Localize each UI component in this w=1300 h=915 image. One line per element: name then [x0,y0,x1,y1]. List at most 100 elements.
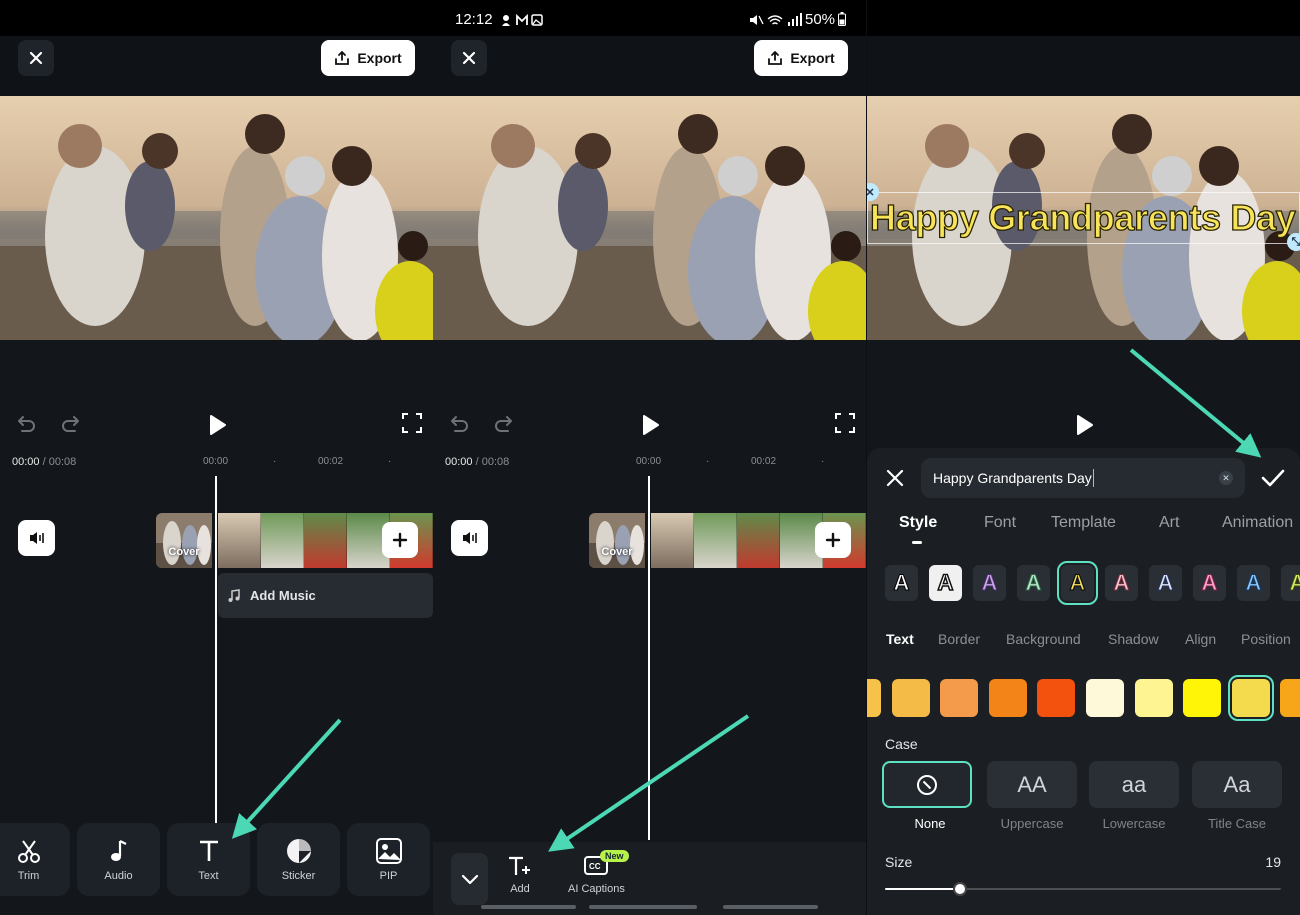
play-icon[interactable] [205,412,229,438]
style-preset[interactable]: A [1149,565,1182,601]
color-swatch[interactable] [1134,679,1173,717]
subtab-background[interactable]: Background [1006,631,1081,647]
color-swatch[interactable] [1280,679,1300,717]
plus-icon [392,532,408,548]
color-swatch[interactable] [1183,679,1222,717]
case-label: Case [885,736,918,752]
text-input-field[interactable]: Happy Grandparents Day ✕ [921,458,1245,498]
scissors-icon [17,839,40,863]
video-preview[interactable] [433,96,866,340]
style-preset[interactable]: A [929,565,962,601]
size-slider-fill [885,888,961,890]
case-lowercase-button[interactable]: aa [1089,761,1179,808]
sticker-icon [286,838,311,863]
current-time: 00:00 [445,456,473,468]
subtab-shadow[interactable]: Shadow [1108,631,1159,647]
video-preview[interactable] [0,96,433,340]
clip-thumbnail [304,513,347,568]
cover-thumbnail[interactable]: Cover [589,513,645,568]
color-swatch[interactable] [988,679,1027,717]
style-preset[interactable]: A [885,565,918,601]
close-button[interactable] [18,40,54,76]
mute-clip-audio-button[interactable] [18,520,55,556]
tool-audio[interactable]: Audio [77,823,160,896]
ai-captions-button[interactable]: CC AI Captions New [568,850,629,895]
clear-text-icon[interactable]: ✕ [1219,471,1233,485]
music-note-icon [228,588,240,602]
add-clip-button[interactable] [815,522,851,558]
color-swatch-selected[interactable] [1227,675,1274,721]
redo-icon[interactable] [59,412,83,436]
play-icon[interactable] [1072,412,1096,438]
style-preset[interactable]: A [973,565,1006,601]
close-button[interactable] [451,40,487,76]
color-swatch[interactable] [1086,679,1124,717]
color-swatch[interactable] [1037,679,1076,717]
text-input-value: Happy Grandparents Day [933,470,1092,486]
gesture-indicator [589,905,697,909]
style-preset[interactable]: A [1281,565,1300,601]
confirm-button[interactable] [1259,464,1287,492]
color-swatch[interactable] [940,679,979,717]
playhead[interactable] [648,476,650,840]
undo-icon[interactable] [447,412,471,436]
close-editor-button[interactable] [883,466,907,490]
timecode: 00:00 / 00:08 [12,456,76,468]
color-swatch[interactable] [867,679,881,717]
style-preset-selected[interactable]: A [1057,561,1098,605]
undo-icon[interactable] [14,412,38,436]
case-none-button[interactable] [882,761,972,808]
subtab-text[interactable]: Text [886,631,914,647]
ruler-dot: · [388,456,392,467]
tab-art[interactable]: Art [1159,514,1179,532]
tool-text[interactable]: Text [167,823,250,896]
add-music-track[interactable]: Add Music [218,573,433,618]
case-none-label: None [914,816,946,831]
subtab-position[interactable]: Position [1241,631,1291,647]
fullscreen-icon[interactable] [401,412,423,434]
status-bar [0,0,433,36]
tab-animation[interactable]: Animation [1222,514,1293,532]
redo-icon[interactable] [492,412,516,436]
style-preset[interactable]: A [1193,565,1226,601]
captions-label: AI Captions [568,883,625,895]
play-icon[interactable] [638,412,662,438]
collapse-menu-button[interactable] [451,853,488,905]
cover-label: Cover [601,546,633,558]
svg-text:CC: CC [589,862,601,871]
export-label: Export [357,50,402,66]
subtab-align[interactable]: Align [1185,631,1216,647]
case-uppercase-button[interactable]: AA [987,761,1077,808]
battery-icon [838,12,846,26]
resize-handle[interactable]: ⤡ [1287,233,1300,251]
mute-clip-audio-button[interactable] [451,520,488,556]
export-button[interactable]: Export [321,40,415,76]
color-swatch[interactable] [891,679,930,717]
style-preset[interactable]: A [1017,565,1050,601]
add-text-button[interactable]: Add [507,854,533,895]
chevron-down-icon [461,874,478,885]
add-clip-button[interactable] [382,522,418,558]
tool-sticker[interactable]: Sticker [257,823,340,896]
playhead[interactable] [215,476,217,840]
tab-font[interactable]: Font [984,514,1016,532]
tab-style[interactable]: Style [899,514,937,532]
tool-pip[interactable]: PIP [347,823,430,896]
case-titlecase-button[interactable]: Aa [1192,761,1282,808]
ruler-dot: · [706,456,710,467]
ruler-tick: 00:00 [203,456,229,467]
subtab-border[interactable]: Border [938,631,980,647]
tool-trim[interactable]: Trim [0,823,70,896]
case-lowercase-label: Lowercase [1102,816,1166,831]
close-icon [462,51,476,65]
editor-panel-text-menu: 12:12 50% Export 00:00 / 00:08 00:00 · 0… [433,0,866,915]
cover-thumbnail[interactable]: Cover [156,513,212,568]
style-preset[interactable]: A [1105,565,1138,601]
style-preset[interactable]: A [1237,565,1270,601]
notification-icons [502,13,543,26]
speaker-icon [462,532,477,544]
text-overlay-box[interactable]: Happy Grandparents Day [867,192,1300,244]
export-button[interactable]: Export [754,40,848,76]
tab-template[interactable]: Template [1051,514,1116,532]
fullscreen-icon[interactable] [834,412,856,434]
